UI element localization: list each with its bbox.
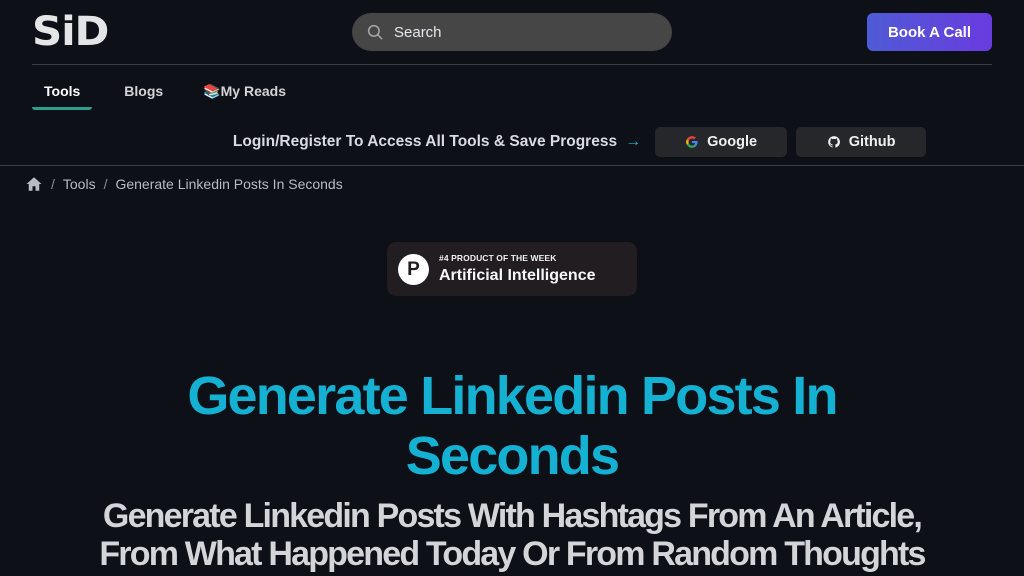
nav-item-blogs[interactable]: Blogs — [112, 74, 175, 110]
nav-item-label: Blogs — [124, 83, 164, 99]
nav-item-label: My Reads — [220, 83, 286, 99]
github-icon — [827, 136, 840, 148]
github-login-button[interactable]: Github — [796, 127, 927, 157]
home-icon[interactable] — [25, 175, 43, 193]
breadcrumb-current: Generate Linkedin Posts In Seconds — [115, 176, 343, 192]
page-subtitle: Generate Linkedin Posts With Hashtags Fr… — [99, 497, 926, 573]
main-nav: Tools Blogs 📚My Reads — [32, 74, 298, 112]
search-input[interactable]: Search — [352, 13, 672, 51]
search-placeholder: Search — [394, 23, 442, 41]
product-hunt-rank: #4 PRODUCT OF THE WEEK — [439, 253, 557, 263]
product-hunt-icon: P — [398, 254, 429, 285]
breadcrumb-separator: / — [103, 176, 108, 192]
books-icon: 📚 — [203, 83, 221, 99]
breadcrumb: / Tools / Generate Linkedin Posts In Sec… — [25, 175, 343, 193]
book-a-call-button[interactable]: Book A Call — [867, 13, 992, 51]
search-icon — [367, 24, 383, 40]
google-login-button[interactable]: Google — [655, 127, 788, 157]
google-icon — [686, 136, 698, 148]
top-bar: SiD Search Book A Call — [32, 0, 992, 65]
site-logo[interactable]: SiD — [32, 12, 109, 52]
page-title: Generate Linkedin Posts In Seconds — [187, 366, 838, 486]
nav-item-my-reads[interactable]: 📚My Reads — [203, 74, 298, 111]
breadcrumb-separator: / — [51, 176, 55, 192]
nav-item-tools[interactable]: Tools — [32, 74, 93, 110]
login-banner: Login/Register To Access All Tools & Sav… — [0, 127, 1024, 157]
product-hunt-badge[interactable]: P #4 PRODUCT OF THE WEEK Artificial Inte… — [387, 242, 637, 296]
section-divider — [0, 165, 1024, 166]
github-label: Github — [848, 134, 896, 150]
arrow-right-icon: → — [625, 133, 642, 150]
breadcrumb-tools[interactable]: Tools — [63, 176, 96, 192]
product-hunt-category: Artificial Intelligence — [439, 267, 596, 284]
login-prompt-text: Login/Register To Access All Tools & Sav… — [232, 133, 618, 150]
google-label: Google — [707, 134, 758, 150]
nav-item-label: Tools — [44, 83, 81, 99]
